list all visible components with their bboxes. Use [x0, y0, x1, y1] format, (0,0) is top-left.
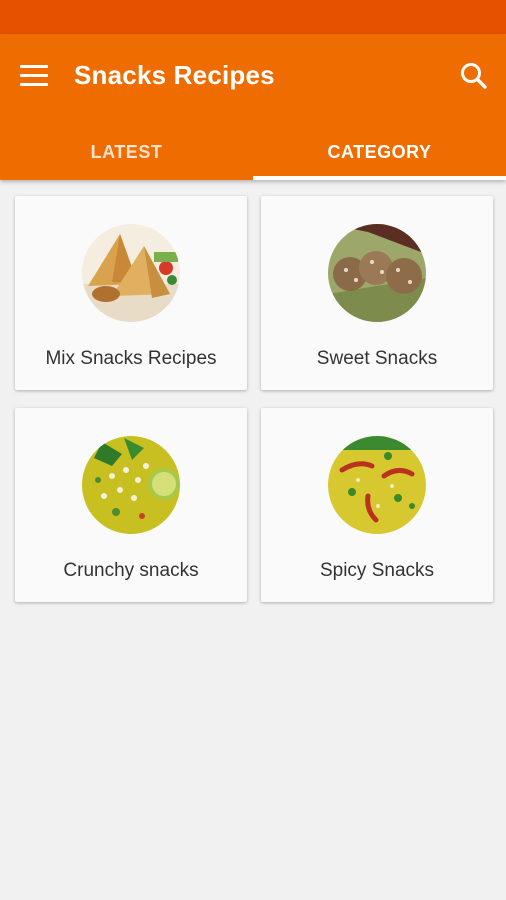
- hamburger-menu-icon[interactable]: [14, 56, 54, 96]
- samosa-image: [82, 224, 180, 322]
- poha-image: [82, 436, 180, 534]
- category-card-sweet-snacks[interactable]: Sweet Snacks: [261, 196, 493, 390]
- laddu-image: [328, 224, 426, 322]
- category-card-spicy-snacks[interactable]: Spicy Snacks: [261, 408, 493, 602]
- category-card-mix-snacks[interactable]: Mix Snacks Recipes: [15, 196, 247, 390]
- category-label: Sweet Snacks: [316, 348, 438, 369]
- status-bar: [0, 0, 506, 34]
- category-label: Crunchy snacks: [63, 560, 199, 581]
- category-label: Spicy Snacks: [319, 560, 435, 581]
- tab-latest[interactable]: LATEST: [0, 124, 253, 180]
- tab-category[interactable]: CATEGORY: [253, 124, 506, 180]
- search-icon[interactable]: [454, 56, 494, 96]
- app-title: Snacks Recipes: [74, 60, 275, 90]
- tab-bar: LATEST CATEGORY: [0, 124, 506, 180]
- category-card-crunchy-snacks[interactable]: Crunchy snacks: [15, 408, 247, 602]
- app-bar: Snacks Recipes LATEST CATEGORY: [0, 34, 506, 180]
- category-label: Mix Snacks Recipes: [45, 348, 217, 369]
- spicy-poha-image: [328, 436, 426, 534]
